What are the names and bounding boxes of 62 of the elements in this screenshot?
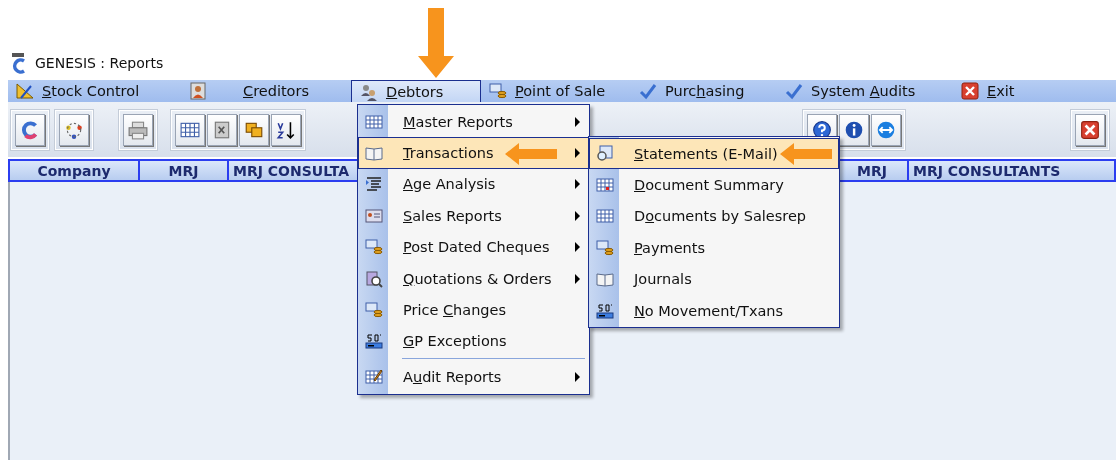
- copy-button[interactable]: [239, 113, 269, 146]
- sort-button[interactable]: [271, 113, 301, 146]
- money-icon: [596, 238, 614, 257]
- people-icon: [360, 82, 378, 101]
- left-arrow: [505, 143, 557, 165]
- menu-item[interactable]: System Audits: [777, 80, 953, 102]
- left-arrow: [780, 143, 832, 165]
- coins-icon: [365, 238, 383, 257]
- ruler-icon: [16, 82, 34, 100]
- close-icon: [961, 82, 979, 100]
- grid-button[interactable]: [175, 113, 205, 146]
- menu-option[interactable]: Audit Reports: [358, 361, 589, 393]
- app-logo-icon: [10, 52, 28, 74]
- menu-option[interactable]: Journals: [589, 263, 839, 295]
- money-icon: [489, 82, 507, 100]
- remote-button[interactable]: [871, 113, 901, 146]
- print-icon: [128, 119, 148, 140]
- refresh-icon: [20, 119, 40, 140]
- header-cell: MRJ: [837, 161, 909, 180]
- coins-icon: [365, 301, 383, 320]
- table-icon: [365, 112, 383, 131]
- book-icon: [365, 144, 383, 163]
- header-cell: MRJ: [140, 161, 229, 180]
- menu-item[interactable]: Stock Control: [8, 80, 181, 102]
- down-arrow: [418, 8, 454, 78]
- info-icon: [844, 119, 864, 140]
- checkmark-icon: [639, 82, 657, 100]
- menu-item[interactable]: Debtors: [351, 80, 481, 102]
- magnifier-icon: [596, 144, 614, 163]
- remote-icon: [876, 119, 896, 140]
- person-icon: [189, 82, 207, 100]
- info-button[interactable]: [839, 113, 869, 146]
- percent-bar-icon: [596, 301, 614, 320]
- menu-option[interactable]: Documents by Salesrep: [589, 200, 839, 233]
- pencil-table-icon: [365, 367, 383, 386]
- table-icon: [596, 207, 614, 226]
- header-cell: MRJ CONSULTANTS: [909, 161, 1116, 180]
- header-cell: Company: [10, 161, 140, 180]
- menu-option[interactable]: Payments: [589, 232, 839, 264]
- percent-bar-icon: [365, 332, 383, 351]
- menu-option[interactable]: Quotations & Orders: [358, 262, 589, 295]
- menu-option[interactable]: Statements (E-Mail): [589, 138, 839, 170]
- id-card-icon: [365, 206, 383, 225]
- menu-option[interactable]: Sales Reports: [358, 200, 589, 232]
- menu-option[interactable]: GP Exceptions: [358, 325, 589, 358]
- menu-option[interactable]: Master Reports: [358, 106, 589, 138]
- magnifier-icon: [365, 269, 383, 288]
- list-icon: [365, 175, 383, 194]
- sort-icon: [276, 119, 296, 140]
- window-title: GENESIS : Reports: [35, 55, 164, 71]
- checkmark-icon: [785, 82, 803, 100]
- menu-option[interactable]: Transactions: [358, 137, 589, 169]
- menu-item[interactable]: Purchasing: [631, 80, 777, 102]
- menu-option[interactable]: Price Changes: [358, 294, 589, 326]
- menu-option[interactable]: No Movement/Txans: [589, 294, 839, 327]
- book-icon: [596, 270, 614, 289]
- menu-item[interactable]: Exit: [953, 80, 1073, 102]
- calendar-icon: [596, 176, 614, 195]
- menu-option[interactable]: Post Dated Cheques: [358, 231, 589, 263]
- close-icon: [1080, 119, 1100, 140]
- menu-item[interactable]: Creditors: [181, 80, 351, 102]
- menu-item[interactable]: Point of Sale: [481, 80, 631, 102]
